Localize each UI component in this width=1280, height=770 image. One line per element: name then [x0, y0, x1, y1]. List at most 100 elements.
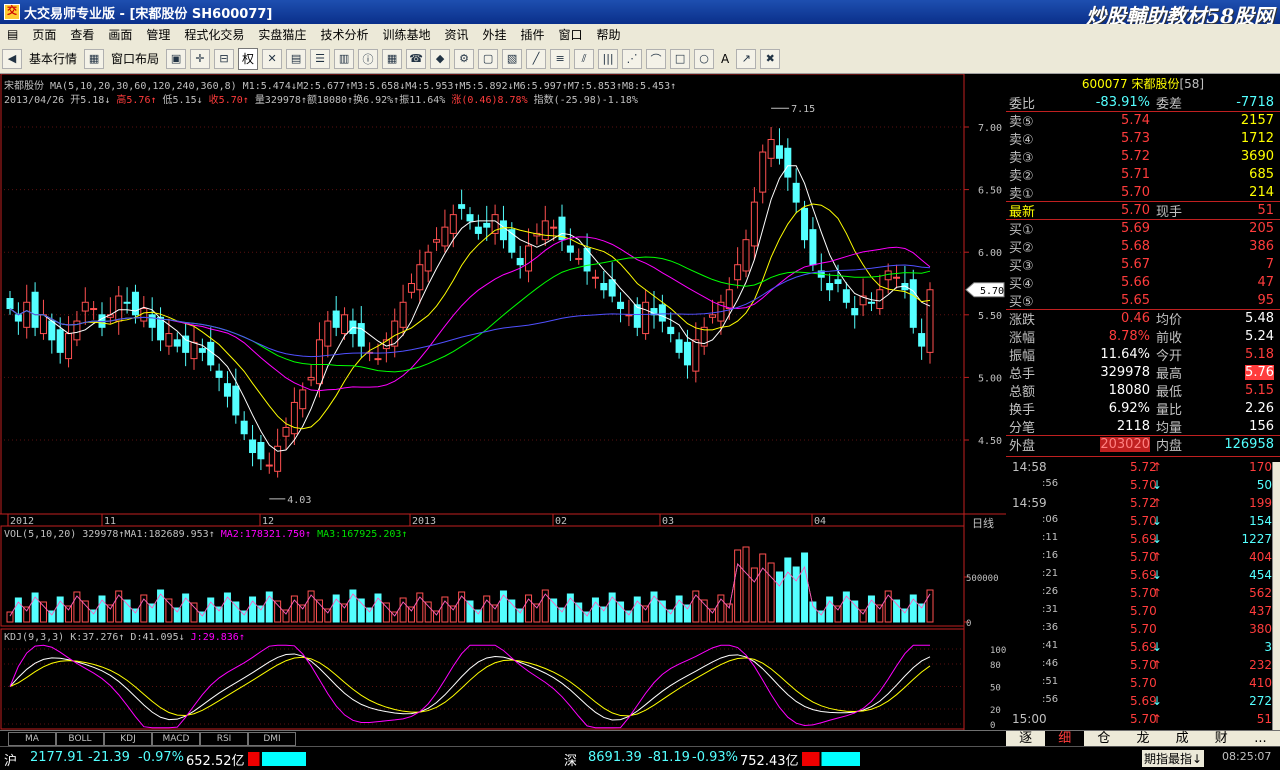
indicator-tab-kdj[interactable]: KDJ [104, 732, 152, 746]
indicator-icon[interactable]: ✕ [262, 48, 283, 69]
weibi-row-value2: -7718 [1236, 95, 1274, 110]
right-tab[interactable]: 成 [1163, 731, 1202, 746]
candle-body [842, 289, 850, 303]
zoom-icon[interactable]: ⊟ [214, 48, 235, 69]
move-icon[interactable]: ✛ [190, 48, 211, 69]
right-tab[interactable]: 仓 [1084, 731, 1123, 746]
fan-tool-icon[interactable]: ⋰ [622, 48, 643, 69]
latest-row-label2: 现手 [1156, 205, 1183, 220]
sh-breadth-bar [248, 752, 306, 766]
price-axis-label: 4.50 [978, 436, 1002, 447]
tick-time: :21 [1042, 568, 1059, 579]
menu-item[interactable]: 实盘猫庄 [251, 26, 313, 43]
menu-item[interactable]: 插件 [514, 26, 552, 43]
folder-icon[interactable]: ▣ [166, 48, 187, 69]
last-price-tag: 5.70 [965, 282, 1005, 298]
sz-change: -81.19 [648, 750, 690, 765]
settings-icon[interactable]: ⚙ [454, 48, 475, 69]
candle-body [809, 229, 817, 266]
chart-area[interactable]: 7.00 6.50 6.00 5.50 5.00 4.50 5.70 7.15 4.03 2012… [0, 74, 1006, 730]
info-icon[interactable]: ⓘ [358, 48, 379, 69]
sh-index: 2177.91 [30, 750, 84, 765]
high-label: 高5.76↑ [116, 95, 157, 106]
indicator-tab-rsi[interactable]: RSI [200, 732, 248, 746]
tick-time: :11 [1042, 532, 1059, 543]
stat-row-value2: 5.48 [1245, 311, 1274, 326]
fib-tool-icon[interactable]: ≡ [550, 48, 571, 69]
right-tab[interactable]: ... [1241, 731, 1280, 746]
stat-row-label2: 均价 [1156, 313, 1183, 328]
phone-icon[interactable]: ☎ [406, 48, 427, 69]
menu-item[interactable]: 训练基地 [375, 26, 437, 43]
delete-tool-icon[interactable]: ✖ [760, 48, 781, 69]
chart-icon[interactable]: ▥ [334, 48, 355, 69]
candle-body [591, 276, 599, 279]
stat-row: 涨跌 0.46 均价 5.48 [1006, 310, 1280, 328]
candle-body [190, 341, 198, 360]
candle-body [165, 333, 173, 347]
right-tab[interactable]: 细 [1045, 731, 1085, 746]
candle-body [541, 220, 549, 241]
candle-body [801, 207, 809, 241]
tick-price: 5.70 [1130, 622, 1157, 636]
quan-button[interactable]: 权 [238, 47, 259, 70]
app-menu-icon[interactable]: ▤ [0, 27, 25, 41]
volume-bar [767, 562, 775, 623]
indicator-tab-macd[interactable]: MACD [152, 732, 200, 746]
weibi-row: 委比 -83.91% 委差 -7718 [1006, 94, 1280, 112]
arc-tool-icon[interactable]: ⌒ [646, 48, 667, 69]
ask-row-value: 5.74 [1121, 113, 1150, 128]
line-tool-icon[interactable]: ╱ [526, 48, 547, 69]
menu-item[interactable]: 帮助 [590, 26, 628, 43]
price-axis-label: 5.00 [978, 373, 1002, 384]
table-icon[interactable]: ▦ [382, 48, 403, 69]
warning-icon[interactable]: ◆ [430, 48, 451, 69]
window-icon[interactable]: ▢ [478, 48, 499, 69]
ticker-label[interactable]: 期指最指↓ [1142, 750, 1205, 767]
menu-item[interactable]: 技术分析 [313, 26, 375, 43]
stat-row-value2: 156 [1249, 419, 1274, 434]
low-label: 低5.15↓ [162, 95, 203, 106]
grid-icon[interactable]: ▤ [286, 48, 307, 69]
time-axis-label: 02 [555, 516, 567, 527]
indicator-tab-dmi[interactable]: DMI [248, 732, 296, 746]
menu-item[interactable]: 查看 [63, 26, 101, 43]
arrow-up-icon: ↑ [1152, 658, 1163, 672]
tick-scrollbar[interactable] [1272, 462, 1280, 730]
bid-row: 买① 5.69 205 [1006, 220, 1280, 238]
indicator-tab-ma[interactable]: MA [8, 732, 56, 746]
menu-item[interactable]: 管理 [139, 26, 177, 43]
layout-icon[interactable]: ▦ [84, 48, 105, 69]
tick-row: :36 5.70 380 [1006, 622, 1274, 639]
channel-tool-icon[interactable]: ⫽ [574, 48, 595, 69]
tick-volume: 170 [1249, 460, 1272, 474]
arrow-tool-icon[interactable]: ↗ [736, 48, 757, 69]
rect-tool-icon[interactable]: □ [670, 48, 691, 69]
layout-button[interactable]: 窗口布局 [108, 48, 162, 70]
right-tab[interactable]: 龙 [1123, 731, 1162, 746]
split-icon[interactable]: ▧ [502, 48, 523, 69]
menu-item[interactable]: 画面 [101, 26, 139, 43]
vol-header: VOL(5,10,20) 329978↑MA1:182689.953↑ MA2:… [4, 529, 407, 540]
menu-item[interactable]: 窗口 [552, 26, 590, 43]
candle-body [566, 245, 574, 253]
right-tab[interactable]: 财 [1202, 731, 1241, 746]
menu-item[interactable]: 外挂 [475, 26, 513, 43]
list-icon[interactable]: ☰ [310, 48, 331, 69]
tick-time: :06 [1042, 514, 1059, 525]
quote-button[interactable]: 基本行情 [26, 48, 80, 70]
candle-body [391, 320, 399, 347]
menu-item[interactable]: 程式化交易 [177, 26, 251, 43]
circle-tool-icon[interactable]: ○ [694, 48, 715, 69]
text-tool-button[interactable]: A [718, 48, 732, 70]
bid-row-label: 买① [1009, 223, 1034, 238]
menu-item[interactable]: 页面 [25, 26, 63, 43]
indicator-tab-boll[interactable]: BOLL [56, 732, 104, 746]
period-label[interactable]: 日线 [972, 515, 994, 531]
right-tab[interactable]: 逐 [1006, 731, 1045, 746]
menu-item[interactable]: 资讯 [437, 26, 475, 43]
period-tool-icon[interactable]: ||| [598, 48, 619, 69]
stat-row-value2: 5.18 [1245, 347, 1274, 362]
candle-body [315, 339, 323, 385]
back-icon[interactable]: ◀ [2, 48, 22, 69]
